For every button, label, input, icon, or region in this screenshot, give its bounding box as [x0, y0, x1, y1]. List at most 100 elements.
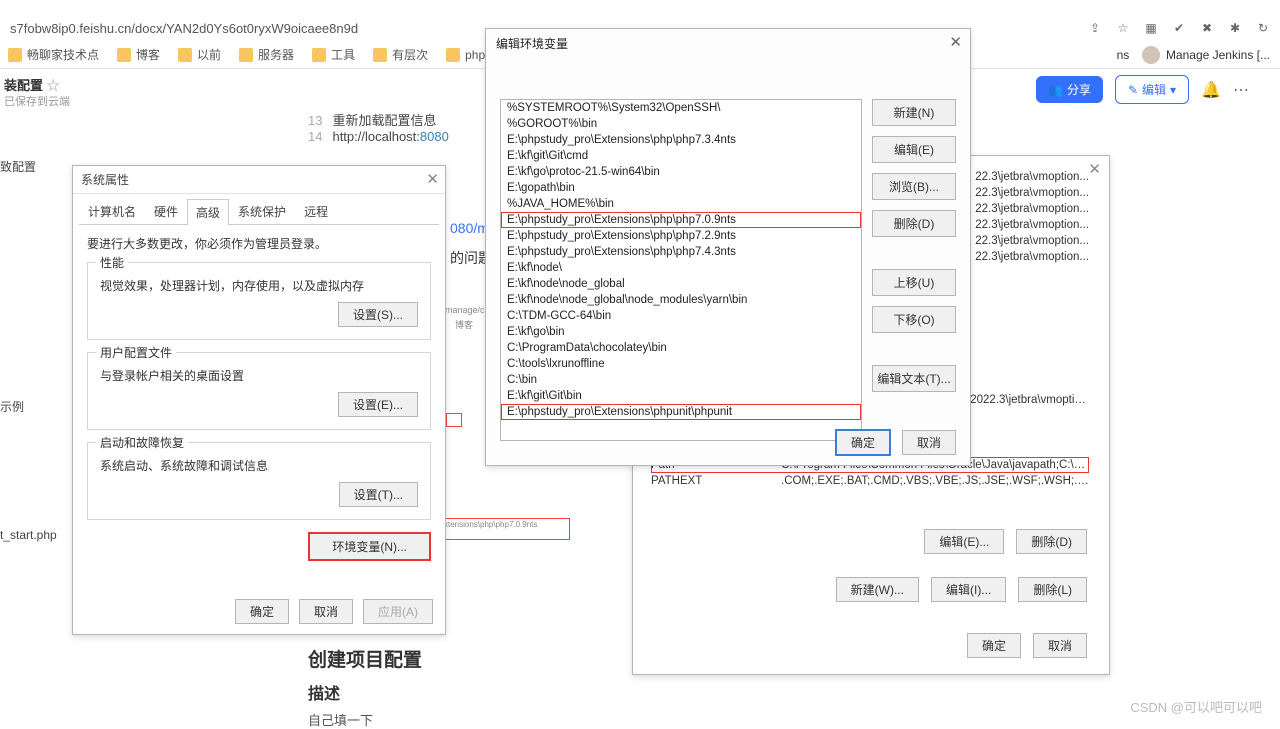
dialog-body: 要进行大多数更改，你必须作为管理员登录。 性能 视觉效果，处理器计划，内存使用，… [73, 225, 445, 571]
list-item[interactable]: C:\bin [501, 372, 861, 388]
delete-button[interactable]: 删除(D) [872, 210, 956, 237]
doc-actions: 👥 分享 ✎ 编辑 ▾ 🔔 ⋯ [1036, 75, 1250, 104]
star-icon[interactable]: ☆ [1114, 19, 1132, 37]
close-icon[interactable]: ✕ [949, 33, 962, 51]
ok-button[interactable]: 确定 [967, 633, 1021, 658]
cancel-button[interactable]: 取消 [1033, 633, 1087, 658]
list-item[interactable]: C:\tools\lxrunoffline [501, 356, 861, 372]
code-block: 13重新加载配置信息 14http://localhost:8080 [308, 110, 449, 144]
tab-computer-name[interactable]: 计算机名 [79, 198, 145, 224]
sidebar-text: 示例 [0, 398, 24, 415]
heading-create: 创建项目配置 [308, 645, 422, 672]
tab-hardware[interactable]: 硬件 [145, 198, 187, 224]
close-icon[interactable]: ✕ [1088, 160, 1101, 178]
move-down-button[interactable]: 下移(O) [872, 306, 956, 333]
bookmark-item[interactable]: 有层次 [373, 46, 428, 63]
list-item[interactable]: C:\ProgramData\chocolatey\bin [501, 340, 861, 356]
group-title: 性能 [96, 254, 128, 271]
list-item[interactable]: E:\phpstudy_pro\Extensions\php\php7.4.3n… [501, 244, 861, 260]
list-item[interactable]: E:\kf\go\protoc-21.5-win64\bin [501, 164, 861, 180]
close-icon[interactable]: ✕ [426, 170, 439, 188]
edit-button[interactable]: 编辑(I)... [931, 577, 1006, 602]
folder-icon [117, 48, 131, 62]
list-item[interactable]: E:\phpstudy_pro\Extensions\php\php7.0.9n… [501, 212, 861, 228]
delete-button[interactable]: 删除(L) [1018, 577, 1087, 602]
group-title: 启动和故障恢复 [96, 434, 188, 451]
x-icon[interactable]: ✖ [1198, 19, 1216, 37]
bookmark-item[interactable]: 畅聊家技术点 [8, 46, 99, 63]
side-buttons: 新建(N) 编辑(E) 浏览(B)... 删除(D) 上移(U) 下移(O) 编… [872, 99, 956, 392]
tab-advanced[interactable]: 高级 [187, 199, 229, 225]
dialog-buttons: 确定 取消 [836, 430, 956, 455]
list-item[interactable]: %GOROOT%\bin [501, 116, 861, 132]
env-vars-button[interactable]: 环境变量(N)... [308, 532, 431, 561]
perf-settings-button[interactable]: 设置(S)... [338, 302, 418, 327]
ok-button[interactable]: 确定 [836, 430, 890, 455]
avatar [1142, 46, 1160, 64]
dialog-buttons: 确定 取消 [967, 633, 1087, 658]
list-item[interactable]: E:\kf\node\node_global\node_modules\yarn… [501, 292, 861, 308]
move-up-button[interactable]: 上移(U) [872, 269, 956, 296]
list-item[interactable]: %SYSTEMROOT%\System32\OpenSSH\ [501, 100, 861, 116]
cancel-button[interactable]: 取消 [902, 430, 956, 455]
list-item[interactable]: E:\kf\node\ [501, 260, 861, 276]
bookmark-item[interactable]: php [446, 48, 485, 62]
check-icon[interactable]: ✔ [1170, 19, 1188, 37]
folder-icon [178, 48, 192, 62]
list-item[interactable]: E:\kf\node\node_global [501, 276, 861, 292]
link-fragment[interactable]: 080/m [450, 220, 489, 236]
ok-button[interactable]: 确定 [235, 599, 289, 624]
folder-icon [373, 48, 387, 62]
puzzle-icon[interactable]: ✱ [1226, 19, 1244, 37]
list-item[interactable]: E:\phpstudy_pro\Extensions\php\php7.3.4n… [501, 132, 861, 148]
list-item[interactable]: E:\phpstudy_pro\Extensions\php\php7.2.9n… [501, 228, 861, 244]
text-fragment: 博客 [455, 318, 473, 331]
edit-button[interactable]: 编辑(E)... [924, 529, 1004, 554]
system-properties-dialog: 系统属性✕ 计算机名 硬件 高级 系统保护 远程 要进行大多数更改，你必须作为管… [72, 165, 446, 635]
list-item[interactable]: E:\kf\go\bin [501, 324, 861, 340]
list-item[interactable]: E:\phpstudy_pro\Extensions\phpunit\phpun… [501, 404, 861, 420]
red-highlight: xtensions\php\php7.0.9nts [440, 518, 570, 540]
bookmark-label[interactable]: Manage Jenkins [... [1166, 48, 1270, 62]
bookmark-item[interactable]: 服务器 [239, 46, 294, 63]
page-title: 装配置 ☆ [4, 75, 60, 94]
edit-text-button[interactable]: 编辑文本(T)... [872, 365, 956, 392]
new-button[interactable]: 新建(W)... [836, 577, 919, 602]
ext-icon[interactable]: ▦ [1142, 19, 1160, 37]
list-item[interactable]: E:\kf\git\Git\bin [501, 388, 861, 404]
share-button[interactable]: 👥 分享 [1036, 76, 1103, 103]
startup-settings-button[interactable]: 设置(T)... [339, 482, 418, 507]
tab-system-protect[interactable]: 系统保护 [229, 198, 295, 224]
refresh-icon[interactable]: ↻ [1254, 19, 1272, 37]
bell-icon[interactable]: 🔔 [1201, 80, 1221, 100]
apply-button[interactable]: 应用(A) [363, 599, 433, 624]
edit-button[interactable]: ✎ 编辑 ▾ [1115, 75, 1189, 104]
browse-button[interactable]: 浏览(B)... [872, 173, 956, 200]
folder-icon [446, 48, 460, 62]
share-icon[interactable]: ⇪ [1086, 19, 1104, 37]
tab-remote[interactable]: 远程 [295, 198, 337, 224]
path-list[interactable]: %SYSTEMROOT%\System32\OpenSSH\%GOROOT%\b… [500, 99, 862, 441]
bookmark-item[interactable]: 博客 [117, 46, 160, 63]
group-desc: 视觉效果，处理器计划，内存使用，以及虚拟内存 [100, 277, 418, 294]
group-desc: 系统启动、系统故障和调试信息 [100, 457, 418, 474]
profile-settings-button[interactable]: 设置(E)... [338, 392, 418, 417]
perf-group: 性能 视觉效果，处理器计划，内存使用，以及虚拟内存 设置(S)... [87, 262, 431, 340]
delete-button[interactable]: 删除(D) [1016, 529, 1087, 554]
browser-icons: ⇪ ☆ ▦ ✔ ✖ ✱ ↻ [1086, 19, 1272, 37]
watermark: CSDN @可以吧可以吧 [1130, 697, 1262, 716]
bookmark-item[interactable]: 工具 [312, 46, 355, 63]
new-button[interactable]: 新建(N) [872, 99, 956, 126]
cancel-button[interactable]: 取消 [299, 599, 353, 624]
folder-icon [8, 48, 22, 62]
bookmark-item[interactable]: 以前 [178, 46, 221, 63]
system-var-buttons: 新建(W)... 编辑(I)... 删除(L) [836, 577, 1087, 602]
more-icon[interactable]: ⋯ [1233, 80, 1250, 100]
list-item[interactable]: E:\gopath\bin [501, 180, 861, 196]
dialog-buttons: 确定 取消 应用(A) [235, 599, 433, 624]
list-item[interactable]: E:\kf\git\Git\cmd [501, 148, 861, 164]
edit-button[interactable]: 编辑(E) [872, 136, 956, 163]
list-item[interactable]: C:\TDM-GCC-64\bin [501, 308, 861, 324]
list-item[interactable]: %JAVA_HOME%\bin [501, 196, 861, 212]
table-row[interactable]: PATHEXT.COM;.EXE;.BAT;.CMD;.VBS;.VBE;.JS… [651, 473, 1089, 490]
